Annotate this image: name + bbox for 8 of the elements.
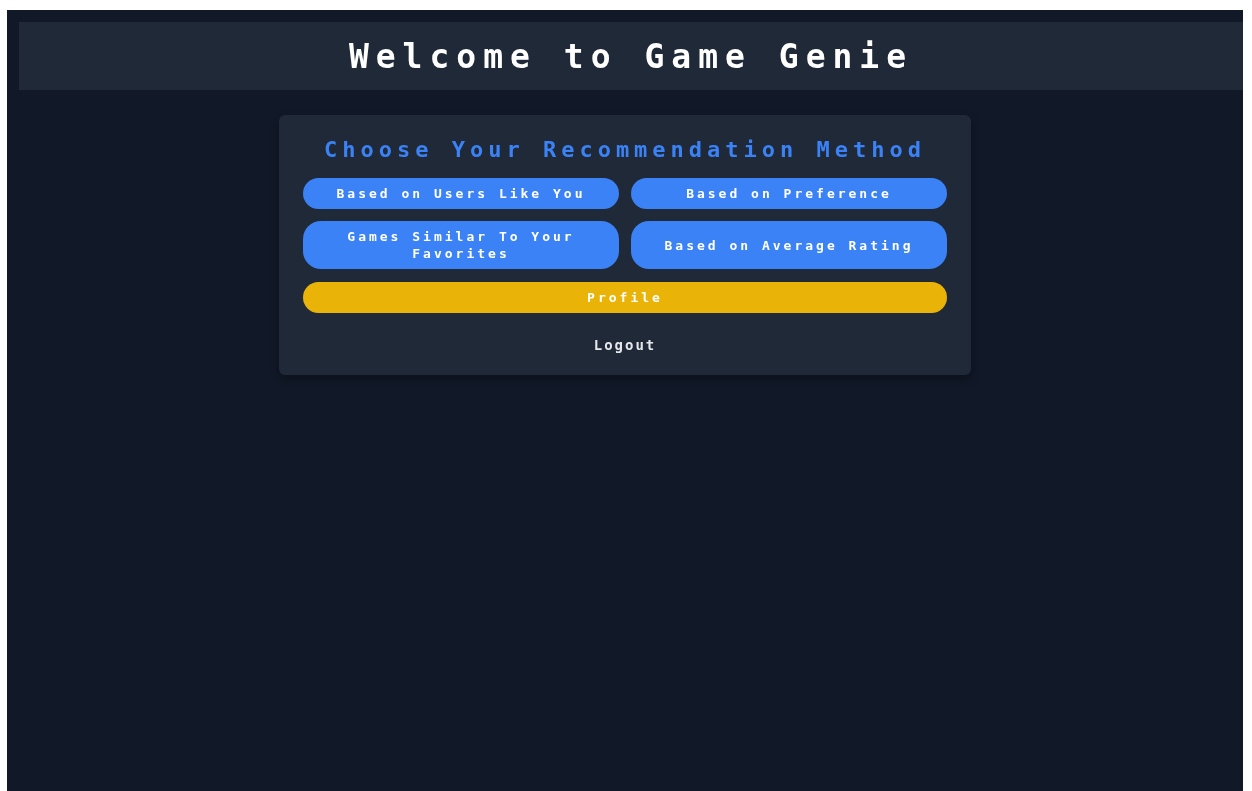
logout-link[interactable]: Logout	[593, 337, 657, 353]
method-button[interactable]: Based on Users Like You	[303, 178, 619, 209]
profile-button[interactable]: Profile	[303, 282, 947, 313]
method-button[interactable]: Based on Preference	[631, 178, 947, 209]
method-button[interactable]: Based on Average Rating	[631, 221, 947, 269]
card-title: Choose Your Recommendation Method	[322, 137, 928, 162]
page-title: Welcome to Game Genie	[348, 36, 914, 76]
method-button[interactable]: Games Similar To Your Favorites	[303, 221, 619, 269]
